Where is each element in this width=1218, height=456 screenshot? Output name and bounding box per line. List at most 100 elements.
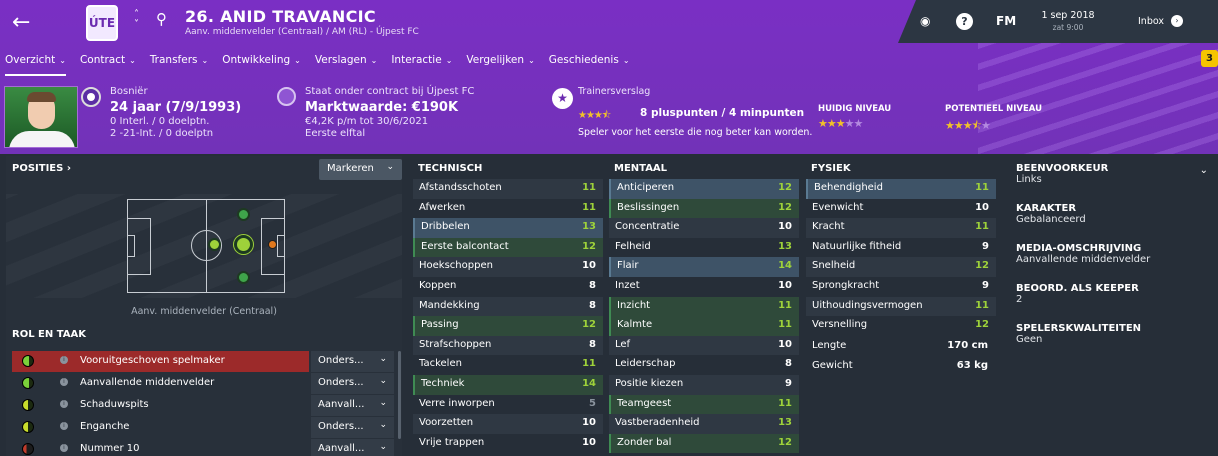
role-name-cell[interactable]: i Enganche [12, 417, 309, 438]
attr-row[interactable]: Mandekking 8 [413, 296, 603, 317]
role-name-cell[interactable]: i Aanvallende middenvelder [12, 373, 309, 394]
mark-dropdown[interactable]: Markeren ⌄ [319, 159, 402, 180]
attr-row[interactable]: Dribbelen 13 [413, 218, 603, 238]
position-marker-st [268, 240, 277, 249]
chevron-right-icon[interactable]: › [1171, 15, 1183, 27]
attr-row[interactable]: Inzet 10 [609, 277, 799, 297]
info-icon[interactable]: i [60, 422, 68, 430]
empty-stars: ★ [981, 119, 991, 132]
attr-value: 12 [975, 260, 989, 272]
attr-row[interactable]: Techniek 14 [413, 374, 603, 395]
position-marker-mc [208, 238, 221, 251]
attr-name: Kracht [812, 221, 845, 233]
info-icon[interactable]: i [60, 400, 68, 408]
role-name-cell[interactable]: i Vooruitgeschoven spelmaker [12, 351, 309, 372]
attr-name: Passing [421, 319, 459, 331]
tab-overzicht[interactable]: Overzicht ⌄ [5, 54, 66, 76]
help-icon[interactable]: ? [956, 13, 973, 30]
duty-dropdown[interactable]: Aanvall... ⌄ [311, 395, 394, 416]
attr-row[interactable]: Afwerken 11 [413, 199, 603, 219]
attr-row[interactable]: Hoekschoppen 10 [413, 257, 603, 277]
attr-row[interactable]: Kracht 11 [806, 218, 996, 238]
inbox-button[interactable]: Inbox [1138, 16, 1164, 27]
duty-dropdown[interactable]: Onders... ⌄ [311, 351, 394, 372]
attr-value: 11 [778, 397, 792, 409]
role-name-cell[interactable]: i Schaduwspits [12, 395, 309, 416]
role-row[interactable]: i Aanvallende middenvelder Onders... ⌄ [12, 373, 394, 395]
attr-row[interactable]: Behendigheid 11 [806, 179, 996, 199]
attr-value: 5 [589, 397, 596, 409]
chevron-down-icon[interactable]: ˅ [134, 20, 139, 30]
info-icon[interactable]: i [60, 378, 68, 386]
attr-row[interactable]: Vastberadenheid 13 [609, 414, 799, 434]
attr-row[interactable]: Zonder bal 12 [609, 433, 799, 454]
tab-geschiedenis[interactable]: Geschiedenis ⌄ [549, 54, 630, 76]
attr-name: Eerste balcontact [421, 240, 509, 252]
attr-row[interactable]: Flair 14 [609, 257, 799, 277]
world-icon[interactable]: ◉ [920, 14, 930, 28]
attr-row[interactable]: Eerste balcontact 12 [413, 237, 603, 258]
duty-dropdown[interactable]: Aanvall... ⌄ [311, 439, 394, 456]
attr-row[interactable]: Leiderschap 8 [609, 355, 799, 375]
back-arrow-icon[interactable]: ← [12, 10, 30, 35]
attr-row[interactable]: Felheid 13 [609, 238, 799, 258]
tab-contract[interactable]: Contract ⌄ [80, 54, 136, 76]
tab-ontwikkeling[interactable]: Ontwikkeling ⌄ [222, 54, 301, 76]
attr-row[interactable]: Koppen 8 [413, 277, 603, 297]
attr-row[interactable]: Natuurlijke fitheid 9 [806, 238, 996, 258]
role-suitability-icon [22, 355, 34, 367]
player-details-panel: ⌄ BEENVOORKEUR Links KARAKTER Gebalancee… [1010, 157, 1218, 345]
info-icon[interactable]: i [60, 444, 68, 452]
empty-stars: ★★ [844, 117, 864, 130]
attr-row[interactable]: Afstandsschoten 11 [413, 179, 603, 199]
player-navigation[interactable]: ˄ ˅ [134, 10, 139, 30]
attr-row[interactable]: Kalmte 11 [609, 316, 799, 336]
attr-row[interactable]: Strafschoppen 8 [413, 335, 603, 356]
attr-row[interactable]: Evenwicht 10 [806, 199, 996, 219]
attr-row[interactable]: Versnelling 12 [806, 316, 996, 336]
positions-title[interactable]: POSITIES › [12, 163, 71, 174]
potential-ability-label: POTENTIEEL NIVEAU [945, 104, 1043, 114]
attr-row[interactable]: Beslissingen 12 [609, 198, 799, 219]
attr-row[interactable]: Concentratie 10 [609, 218, 799, 238]
tab-label: Overzicht [5, 54, 56, 66]
attr-value: 9 [785, 377, 792, 389]
nationality-flag-icon [81, 87, 101, 107]
attr-row[interactable]: Anticiperen 12 [609, 179, 799, 199]
role-name-cell[interactable]: i Nummer 10 [12, 439, 309, 456]
tab-verslagen[interactable]: Verslagen ⌄ [315, 54, 377, 76]
duty-dropdown[interactable]: Onders... ⌄ [311, 373, 394, 394]
attr-row[interactable]: Voorzetten 10 [413, 414, 603, 434]
notification-badge[interactable]: 3 [1201, 50, 1218, 67]
info-icon[interactable]: i [60, 356, 68, 364]
attr-row[interactable]: Inzicht 11 [609, 296, 799, 317]
chevron-down-icon[interactable]: ⌄ [1200, 165, 1208, 176]
attr-row[interactable]: Passing 12 [413, 316, 603, 336]
attr-row[interactable]: Sprongkracht 9 [806, 277, 996, 297]
attr-row[interactable]: Positie kiezen 9 [609, 374, 799, 395]
role-row[interactable]: i Schaduwspits Aanvall... ⌄ [12, 395, 394, 417]
chevron-down-icon: ⌄ [379, 420, 387, 430]
role-row[interactable]: i Vooruitgeschoven spelmaker Onders... ⌄ [12, 351, 394, 373]
attr-name: Leiderschap [615, 358, 676, 370]
attr-row[interactable]: Vrije trappen 10 [413, 434, 603, 454]
duty-dropdown[interactable]: Onders... ⌄ [311, 417, 394, 438]
tab-vergelijken[interactable]: Vergelijken ⌄ [466, 54, 534, 76]
role-row[interactable]: i Nummer 10 Aanvall... ⌄ [12, 439, 394, 456]
tab-transfers[interactable]: Transfers ⌄ [150, 54, 208, 76]
positions-title-label: POSITIES [12, 163, 64, 174]
roles-scrollbar[interactable] [398, 351, 401, 439]
attr-name: Behendigheid [814, 182, 883, 193]
player-photo [4, 86, 78, 148]
attr-row[interactable]: Uithoudingsvermogen 11 [806, 296, 996, 317]
attr-row[interactable]: Tackelen 11 [413, 355, 603, 375]
attr-row[interactable]: Snelheid 12 [806, 257, 996, 277]
attr-row[interactable]: Teamgeest 11 [609, 394, 799, 415]
role-row[interactable]: i Enganche Onders... ⌄ [12, 417, 394, 439]
attr-name: Versnelling [812, 319, 868, 331]
tab-interactie[interactable]: Interactie ⌄ [391, 54, 452, 76]
attr-row[interactable]: Verre inworpen 5 [413, 395, 603, 415]
fm-menu-button[interactable]: FM [996, 14, 1016, 28]
attr-row[interactable]: Lef 10 [609, 335, 799, 356]
search-icon[interactable]: ⚲ [156, 10, 167, 28]
